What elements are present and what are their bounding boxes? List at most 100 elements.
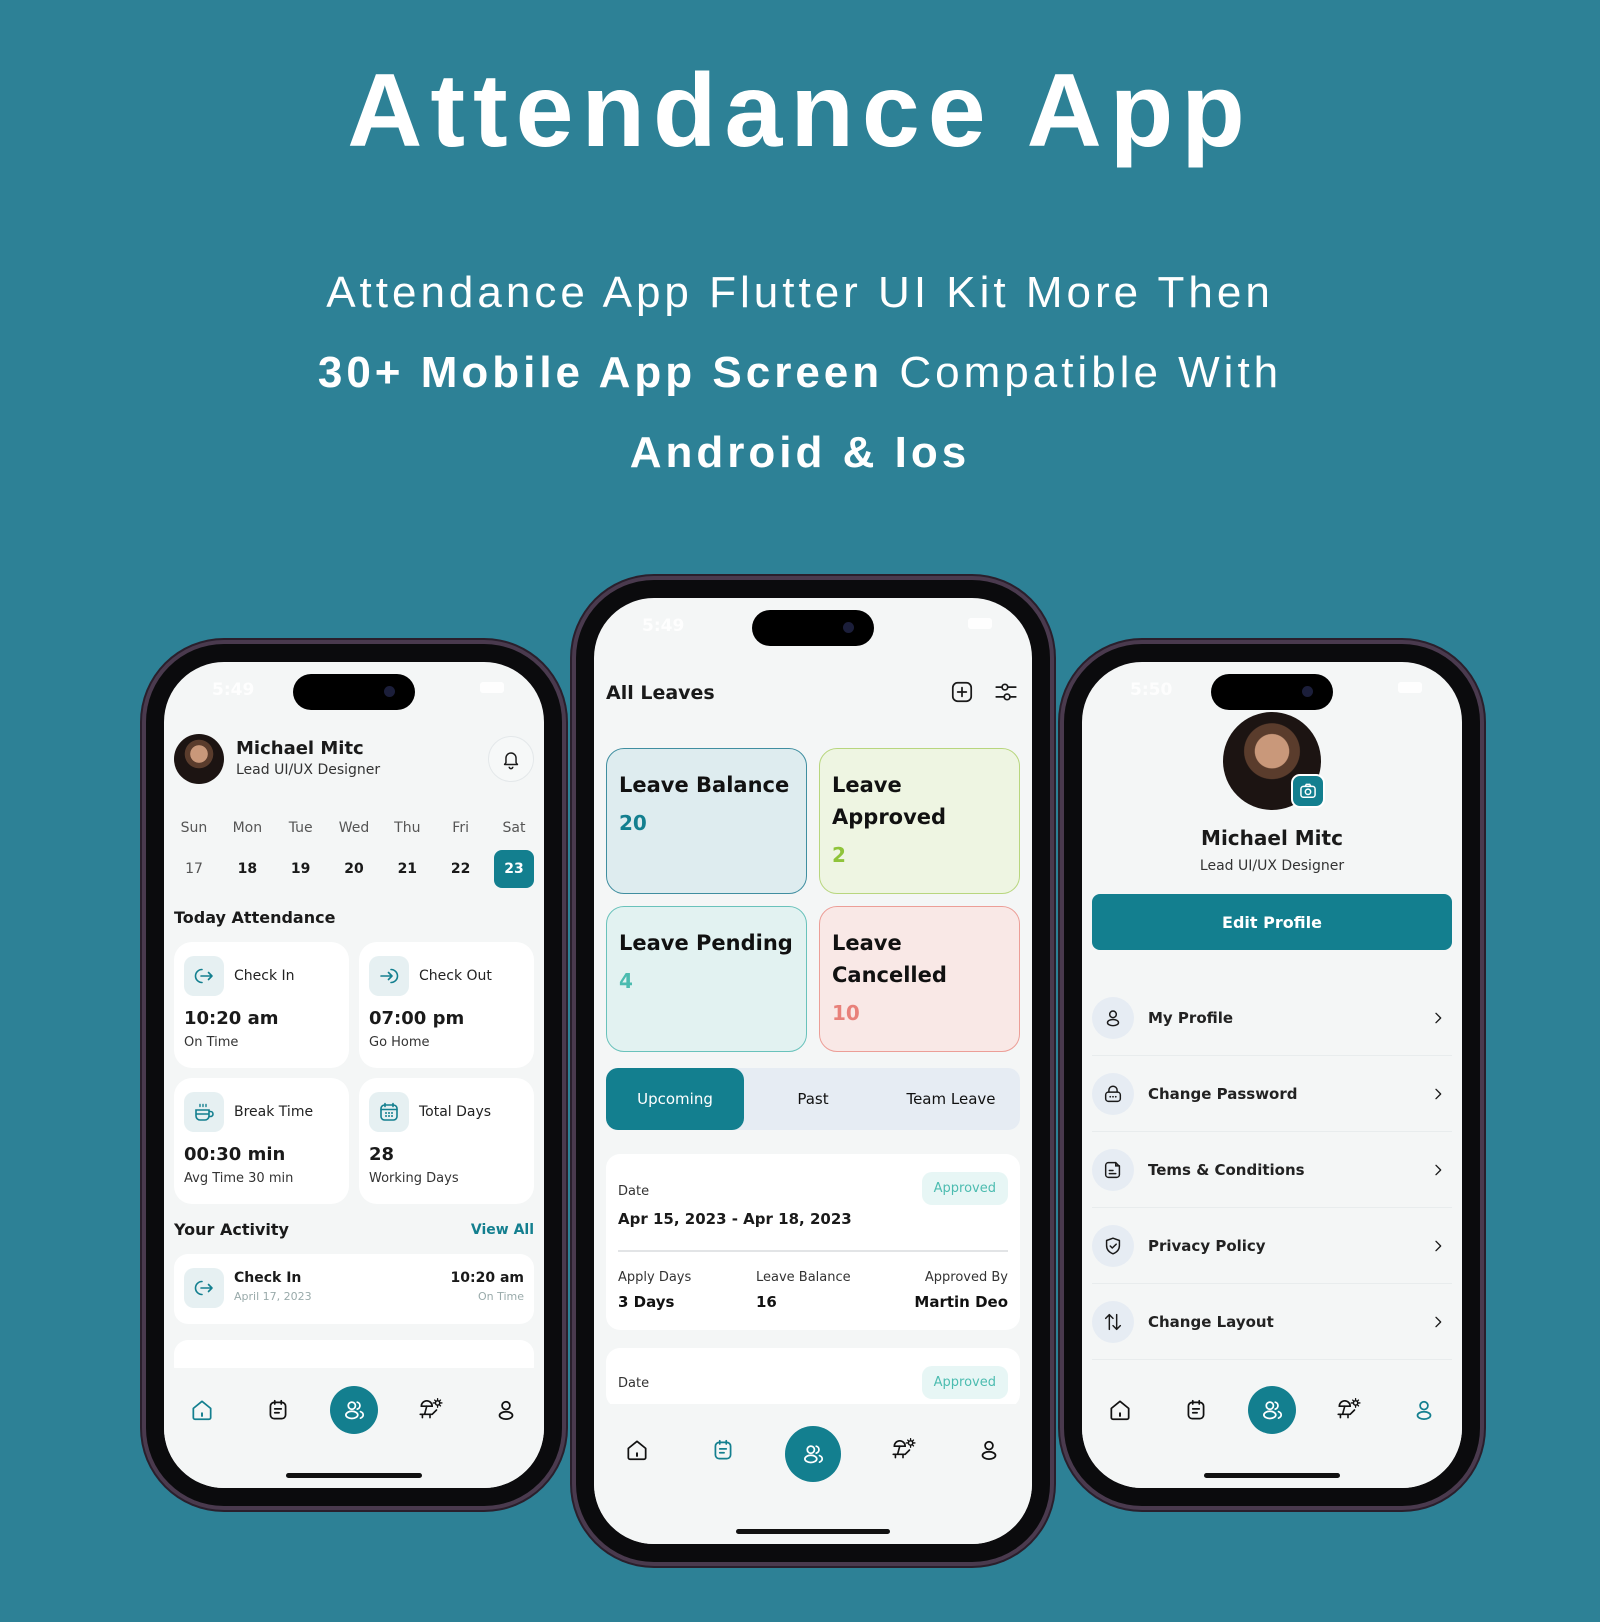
break-time-card[interactable]: Break Time 00:30 min Avg Time 30 min: [174, 1078, 349, 1204]
leave-item[interactable]: Date Approved: [606, 1348, 1020, 1408]
filter-button[interactable]: [992, 678, 1020, 706]
leaves-screen: 5:49 All Leaves Leave Balance 20 Leave A…: [594, 598, 1032, 1544]
card-sub: Go Home: [369, 1035, 430, 1050]
leave-item[interactable]: Date Apr 15, 2023 - Apr 18, 2023 Approve…: [606, 1154, 1020, 1330]
home-indicator: [736, 1529, 890, 1534]
user-header: Michael Mitc Lead UI/UX Designer: [174, 734, 534, 786]
phone-leaves-screen: 5:49 All Leaves Leave Balance 20 Leave A…: [576, 580, 1050, 1562]
nav-calendar[interactable]: [699, 1426, 747, 1474]
edit-profile-button[interactable]: Edit Profile: [1092, 894, 1452, 950]
change-photo-button[interactable]: [1291, 774, 1325, 808]
calendar-day-selected[interactable]: Sat 23: [493, 820, 534, 888]
beach-chair-icon: [890, 1437, 916, 1463]
bell-icon: [500, 748, 522, 770]
nav-team[interactable]: [785, 1426, 841, 1482]
calendar-icon: [377, 1100, 401, 1124]
nav-holiday[interactable]: [406, 1386, 454, 1434]
card-value: 10:20 am: [184, 1008, 279, 1029]
check-out-card[interactable]: Check Out 07:00 pm Go Home: [359, 942, 534, 1068]
nav-home[interactable]: [613, 1426, 661, 1474]
profile-role: Lead UI/UX Designer: [1199, 858, 1345, 874]
nav-profile[interactable]: [965, 1426, 1013, 1474]
nav-calendar[interactable]: [254, 1386, 302, 1434]
nav-holiday[interactable]: [879, 1426, 927, 1474]
header-actions: [948, 678, 1020, 706]
nav-home[interactable]: [178, 1386, 226, 1434]
tab-upcoming[interactable]: Upcoming: [606, 1068, 744, 1130]
leave-balance: Leave Balance 16: [756, 1270, 851, 1311]
calendar-day[interactable]: Wed 20: [334, 820, 374, 888]
menu-label: Change Layout: [1148, 1312, 1274, 1331]
menu-item-terms[interactable]: Tems & Conditions: [1092, 1132, 1452, 1208]
calendar-day[interactable]: Sun 17: [174, 820, 214, 888]
hero-subtitle-line1: Attendance App Flutter UI Kit More Then: [326, 268, 1274, 317]
check-in-card[interactable]: Check In 10:20 am On Time: [174, 942, 349, 1068]
calendar-day[interactable]: Thu 21: [387, 820, 427, 888]
status-badge: Approved: [921, 1172, 1008, 1205]
hero-screens-count: 30+ Mobile App Screen: [317, 348, 884, 397]
chevron-right-icon: [1430, 1238, 1446, 1254]
menu-item-change-password[interactable]: Change Password: [1092, 1056, 1452, 1132]
total-days-card[interactable]: Total Days 28 Working Days: [359, 1078, 534, 1204]
calendar-day[interactable]: Mon 18: [227, 820, 267, 888]
card-sub: On Time: [184, 1035, 239, 1050]
card-sub: Working Days: [369, 1171, 459, 1186]
day-date: 19: [290, 861, 311, 877]
apply-days: Apply Days 3 Days: [618, 1270, 691, 1311]
document-icon: [1102, 1159, 1124, 1181]
date-range: Apr 15, 2023 - Apr 18, 2023: [618, 1210, 852, 1228]
leave-balance-value: 16: [756, 1293, 777, 1311]
leave-cancelled-card[interactable]: Leave Cancelled 10: [819, 906, 1020, 1052]
notification-button[interactable]: [488, 736, 534, 782]
nav-profile[interactable]: [482, 1386, 530, 1434]
tab-team-leave[interactable]: Team Leave: [882, 1068, 1020, 1130]
stat-label: Leave Cancelled: [832, 931, 947, 987]
bottom-nav: [164, 1368, 544, 1488]
status-badge: Approved: [921, 1366, 1008, 1399]
check-in-icon: [192, 1276, 216, 1300]
menu-label: My Profile: [1148, 1008, 1234, 1027]
battery-icon: [968, 618, 992, 629]
stat-label: Leave Balance: [619, 773, 790, 797]
day-date: 22: [450, 861, 471, 877]
day-date: 20: [344, 861, 364, 877]
dynamic-island: [293, 674, 415, 710]
calendar-day[interactable]: Fri 22: [441, 820, 481, 888]
nav-profile[interactable]: [1400, 1386, 1448, 1434]
camera-icon: [1298, 781, 1318, 801]
beach-chair-icon: [417, 1397, 443, 1423]
add-leave-button[interactable]: [948, 678, 976, 706]
leave-stats: Leave Balance 20 Leave Approved 2 Leave …: [606, 748, 1020, 1052]
menu-item-my-profile[interactable]: My Profile: [1092, 980, 1452, 1056]
tab-past[interactable]: Past: [744, 1068, 882, 1130]
nav-calendar[interactable]: [1172, 1386, 1220, 1434]
profile-photo: [1223, 712, 1325, 810]
leave-pending-card[interactable]: Leave Pending 4: [606, 906, 807, 1052]
nav-home[interactable]: [1096, 1386, 1144, 1434]
activity-item[interactable]: Check In April 17, 2023 10:20 am On Time: [174, 1254, 534, 1324]
calendar-day[interactable]: Tue 19: [281, 820, 321, 888]
avatar[interactable]: [174, 734, 224, 784]
hero-subtitle-line3: Android & Ios: [629, 428, 971, 477]
chevron-right-icon: [1430, 1162, 1446, 1178]
leave-balance-card[interactable]: Leave Balance 20: [606, 748, 807, 894]
profile-name: Michael Mitc: [1201, 826, 1343, 850]
menu-item-change-layout[interactable]: Change Layout: [1092, 1284, 1452, 1360]
calendar-icon: [1183, 1397, 1209, 1423]
home-icon: [624, 1437, 650, 1463]
nav-holiday[interactable]: [1324, 1386, 1372, 1434]
card-label: Check In: [234, 968, 295, 984]
activity-time: 10:20 am: [450, 1270, 524, 1286]
page-title: All Leaves: [606, 682, 715, 704]
status-time: 5:49: [212, 680, 255, 700]
team-icon: [800, 1441, 826, 1467]
nav-team[interactable]: [1248, 1386, 1296, 1434]
nav-team[interactable]: [330, 1386, 378, 1434]
apply-days-label: Apply Days: [618, 1270, 692, 1285]
view-all-link[interactable]: View All: [471, 1222, 534, 1238]
approved-by-value: Martin Deo: [914, 1293, 1008, 1311]
menu-item-privacy-policy[interactable]: Privacy Policy: [1092, 1208, 1452, 1284]
battery-icon: [1398, 682, 1422, 693]
leave-approved-card[interactable]: Leave Approved 2: [819, 748, 1020, 894]
today-attendance-title: Today Attendance: [174, 908, 336, 927]
